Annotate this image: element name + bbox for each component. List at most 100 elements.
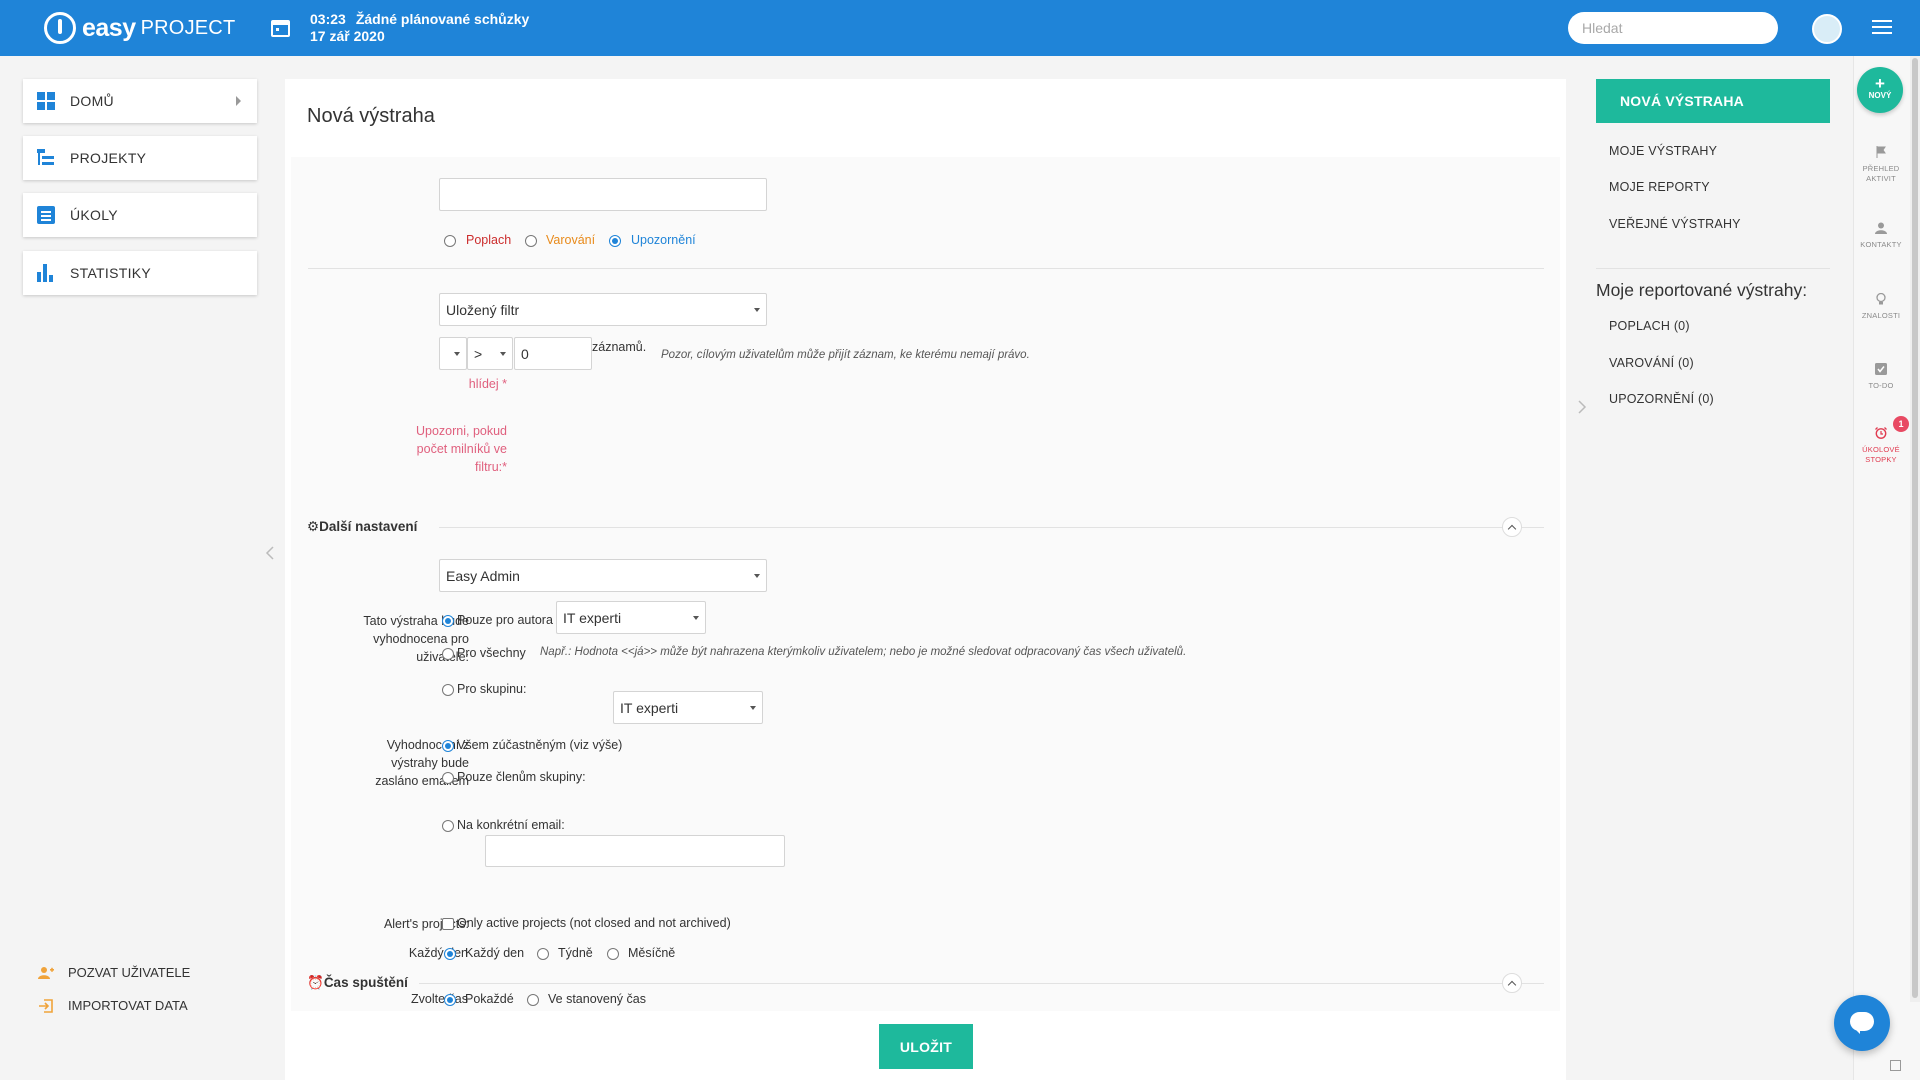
send-group-select[interactable]: IT experti [613, 691, 763, 724]
page-title: Nová výstraha [307, 105, 435, 127]
evaluate-group-radio[interactable] [442, 684, 454, 696]
invite-users-label: POZVAT UŽIVATELE [68, 965, 191, 980]
evaluate-note: Např.: Hodnota <<já>> může být nahrazena… [540, 646, 1187, 658]
plus-icon: + [1875, 74, 1885, 93]
rail-contacts[interactable]: KONTAKTY [1853, 222, 1909, 250]
watch-label: hlídej * [468, 377, 507, 391]
collapse-sidebar-icon[interactable] [265, 546, 275, 560]
chevron-down-icon [500, 352, 506, 356]
add-user-icon [38, 966, 54, 979]
notify-label: Upozorni, pokud počet milníků ve filtru:* [415, 424, 507, 474]
author-select[interactable]: Easy Admin [439, 559, 767, 592]
sidebar-item-statistics[interactable]: STATISTIKY [23, 251, 257, 295]
rail-stopwatch[interactable]: ÚKOLOVÉ STOPKY [1853, 427, 1909, 465]
evaluate-group-label: Pro skupinu: [457, 682, 527, 696]
active-projects-checkbox[interactable] [442, 918, 454, 930]
severity-radio-notice[interactable] [609, 235, 621, 247]
logo[interactable]: easy PROJECT [44, 12, 235, 44]
frequency-daily-label: Každý den [465, 946, 525, 960]
section-run-time[interactable]: ⏰Čas spuštění [307, 975, 408, 991]
time-always-label: Pokaždé [465, 992, 514, 1006]
flag-icon [1876, 146, 1886, 158]
send-group-radio[interactable] [442, 772, 454, 784]
reported-alarm-link[interactable]: POPLACH (0) [1609, 319, 1690, 333]
evaluate-author-only-radio[interactable] [442, 615, 454, 627]
chat-bubble-icon[interactable] [1834, 995, 1890, 1051]
collapse-run-time-icon[interactable] [1502, 973, 1522, 993]
person-icon [1875, 222, 1887, 234]
expand-panel-icon[interactable] [1577, 400, 1587, 414]
name-field[interactable] [439, 178, 767, 211]
send-all-label: Všem zúčastněným (viz výše) [457, 738, 623, 752]
severity-alarm-label: Poplach [466, 233, 512, 247]
time-fixed-radio[interactable] [527, 994, 539, 1006]
invite-users-link[interactable]: POZVAT UŽIVATELE [38, 965, 190, 980]
calendar-icon[interactable] [271, 20, 290, 37]
lightbulb-icon [1876, 293, 1886, 305]
chevron-down-icon [693, 616, 699, 620]
new-button[interactable]: + NOVÝ [1857, 67, 1903, 113]
alarm-clock-icon [1875, 427, 1887, 439]
main-panel: Nová výstraha Jméno * Poplach Varování U… [285, 79, 1566, 1080]
new-alert-button[interactable]: NOVÁ VÝSTRAHA [1596, 79, 1830, 123]
operator-select[interactable]: > [467, 337, 513, 370]
save-button[interactable]: ULOŽIT [879, 1024, 973, 1069]
alert-form: Jméno * Poplach Varování Upozornění hlíd… [291, 157, 1560, 1011]
checkbox-icon [1875, 363, 1887, 375]
divider [419, 983, 1544, 984]
top-bar: easy PROJECT 03:23 Žádné plánované schůzk… [0, 0, 1920, 56]
severity-notice-label: Upozornění [631, 233, 696, 247]
rail-todo[interactable]: TO-DO [1853, 363, 1909, 391]
rail-activity-overview[interactable]: PŘEHLED AKTIVIT [1853, 146, 1909, 184]
sidebar-item-tasks[interactable]: ÚKOLY [23, 193, 257, 237]
menu-icon[interactable] [1872, 20, 1892, 36]
evaluate-group-select[interactable]: IT experti [556, 601, 706, 634]
import-icon [39, 998, 53, 1013]
frequency-weekly-radio[interactable] [537, 948, 549, 960]
severity-radio-alarm[interactable] [444, 235, 456, 247]
send-email-radio[interactable] [442, 820, 454, 832]
reported-notice-link[interactable]: UPOZORNĚNÍ (0) [1609, 392, 1714, 406]
divider [308, 268, 1544, 269]
evaluate-all-radio[interactable] [442, 648, 454, 660]
reported-warning-link[interactable]: VAROVÁNÍ (0) [1609, 356, 1694, 370]
fullscreen-icon[interactable] [1890, 1060, 1901, 1071]
import-data-link[interactable]: IMPORTOVAT DATA [38, 998, 188, 1013]
send-all-radio[interactable] [442, 740, 454, 752]
meeting-text: Žádné plánované schůzky [355, 11, 530, 27]
severity-warning-label: Varování [546, 233, 596, 247]
watch-select[interactable]: Uložený filtr [439, 293, 767, 326]
send-email-option-label: Na konkrétní email: [457, 818, 565, 832]
chevron-down-icon [754, 308, 760, 312]
count-input[interactable]: 0 [514, 337, 592, 370]
my-alerts-link[interactable]: MOJE VÝSTRAHY [1609, 144, 1717, 158]
active-projects-label: Only active projects (not closed and not… [457, 916, 731, 930]
section-more-settings[interactable]: ⚙Další nastavení [307, 519, 417, 535]
projects-tree-icon [37, 149, 55, 167]
time-always-radio[interactable] [444, 994, 456, 1006]
power-logo-icon [44, 12, 76, 44]
frequency-daily-radio[interactable] [444, 948, 456, 960]
frequency-monthly-radio[interactable] [607, 948, 619, 960]
sidebar-item-home[interactable]: DOMŮ [23, 79, 257, 123]
avatar[interactable] [1812, 14, 1842, 44]
severity-radio-warning[interactable] [525, 235, 537, 247]
time-fixed-label: Ve stanovený čas [548, 992, 646, 1006]
permission-warning: Pozor, cílovým uživatelům může přijít zá… [661, 349, 1030, 361]
chevron-down-icon [750, 706, 756, 710]
my-reports-link[interactable]: MOJE REPORTY [1609, 180, 1710, 194]
chevron-down-icon [754, 574, 760, 578]
collapse-more-settings-icon[interactable] [1502, 517, 1522, 537]
rail-knowledge[interactable]: ZNALOSTI [1853, 293, 1909, 321]
chevron-down-icon [454, 352, 460, 356]
meeting-info[interactable]: 03:23 Žádné plánované schůzky 17 zář 2020 [310, 11, 529, 45]
sidebar-item-projects[interactable]: PROJEKTY [23, 136, 257, 180]
scrollbar[interactable] [1910, 56, 1920, 1002]
current-time: 03:23 [310, 11, 346, 27]
sidebar-item-label: DOMŮ [70, 93, 114, 109]
public-alerts-link[interactable]: VEŘEJNÉ VÝSTRAHY [1609, 217, 1741, 231]
search-input[interactable] [1568, 12, 1778, 44]
stopwatch-badge: 1 [1893, 416, 1909, 432]
email-field[interactable] [485, 835, 785, 867]
field-select[interactable] [439, 337, 467, 370]
